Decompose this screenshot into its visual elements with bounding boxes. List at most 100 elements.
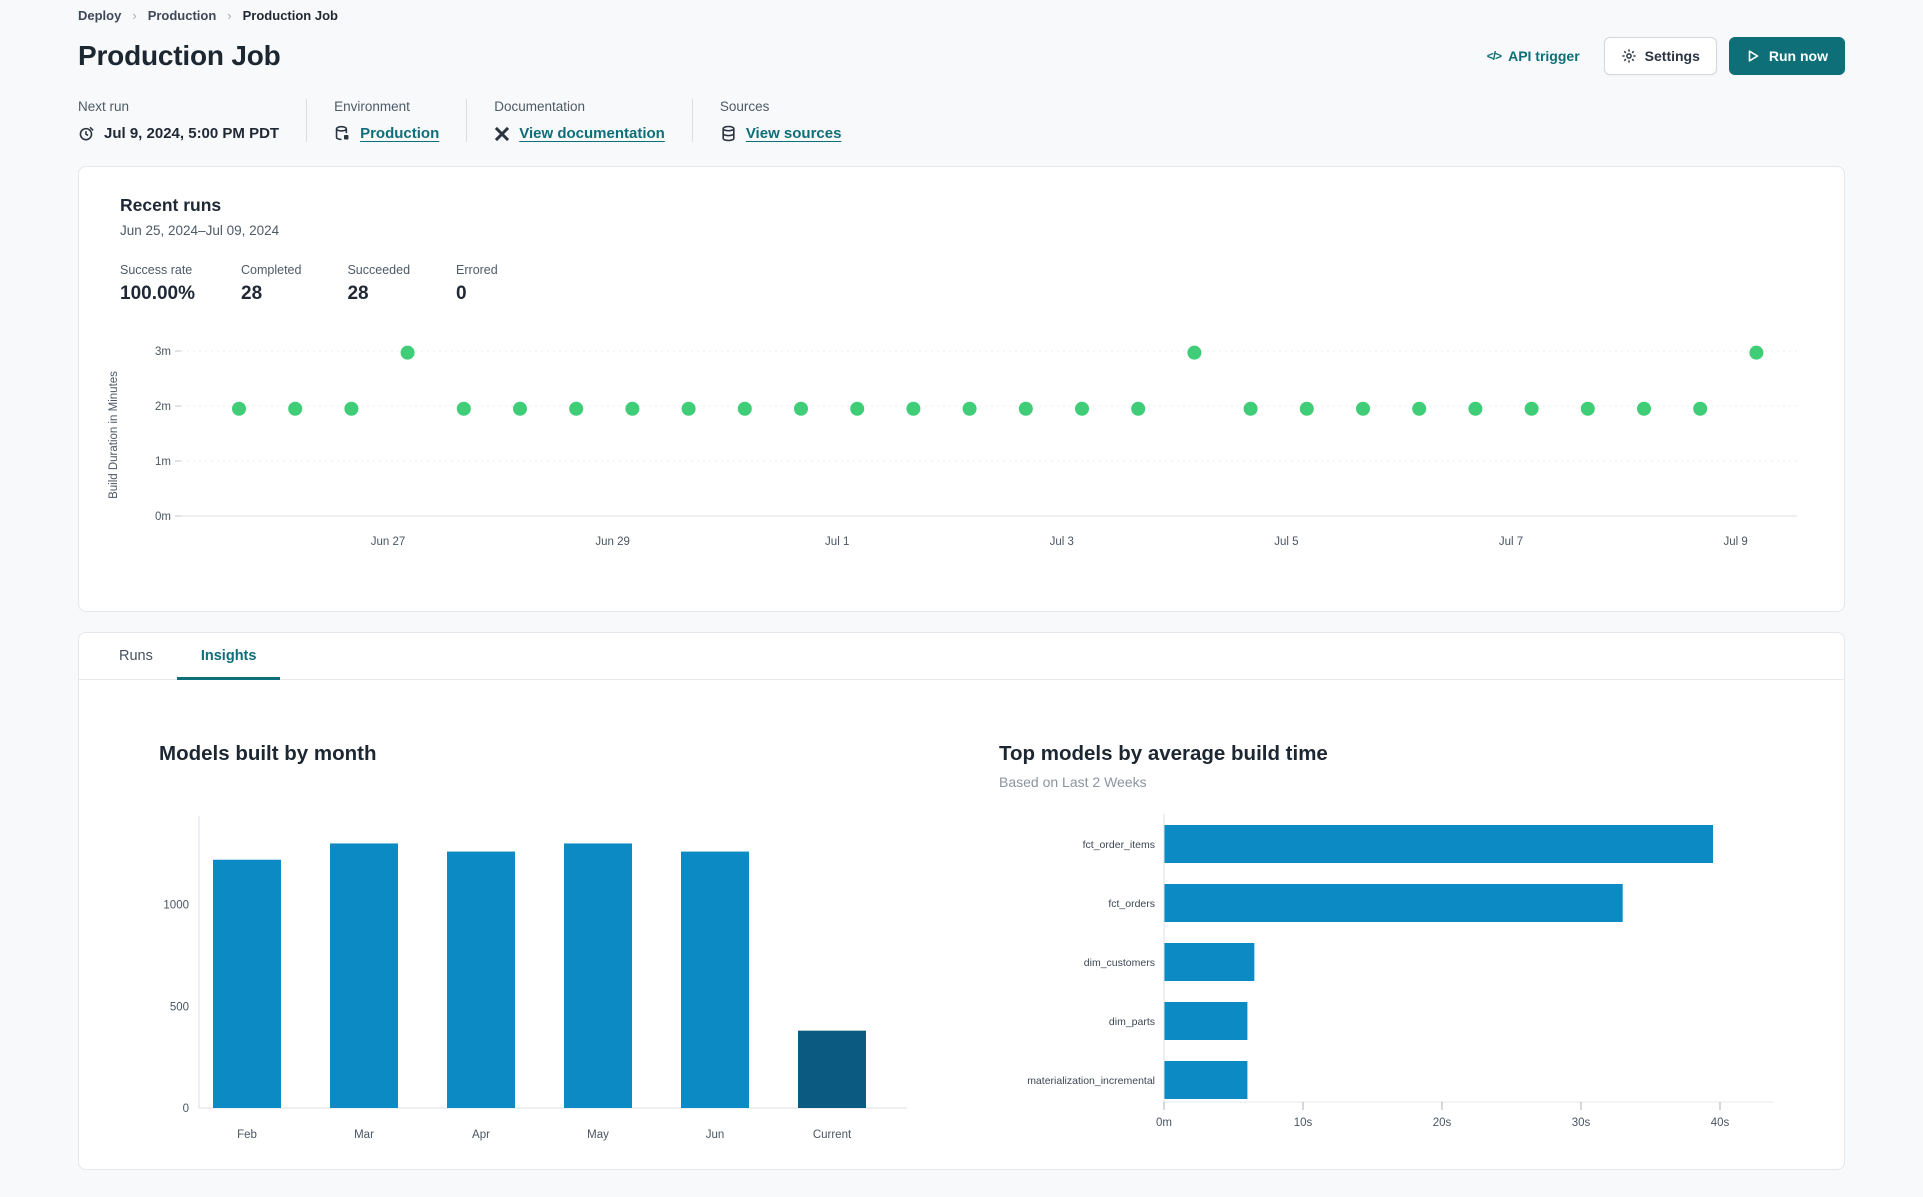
view-sources-link[interactable]: View sources xyxy=(746,125,842,142)
month-bar[interactable] xyxy=(798,1030,866,1108)
run-dot[interactable] xyxy=(456,401,471,416)
production-job-page: Deploy › Production › Production Job Pro… xyxy=(0,0,1923,1170)
job-detail-card: Runs Insights Models built by month 0 500… xyxy=(78,632,1845,1170)
recent-runs-card: Recent runs Jun 25, 2024–Jul 09, 2024 Su… xyxy=(78,166,1845,612)
x-tick-label: 20s xyxy=(1433,1117,1452,1129)
run-dot[interactable] xyxy=(625,401,640,416)
month-bar[interactable] xyxy=(564,843,632,1108)
model-label: fct_orders xyxy=(1108,898,1155,910)
run-dot[interactable] xyxy=(1524,401,1539,416)
run-dot[interactable] xyxy=(1187,345,1202,360)
run-dot[interactable] xyxy=(906,401,921,416)
model-bar[interactable] xyxy=(1164,1061,1248,1099)
tab-runs[interactable]: Runs xyxy=(95,633,177,680)
model-bar[interactable] xyxy=(1164,1002,1248,1040)
stat-value: 28 xyxy=(241,283,263,304)
x-tick-label: Jul 1 xyxy=(825,536,849,548)
run-dot[interactable] xyxy=(344,401,359,416)
code-icon: </> xyxy=(1486,49,1502,63)
settings-button[interactable]: Settings xyxy=(1603,37,1717,75)
run-dot[interactable] xyxy=(962,401,977,416)
gear-icon xyxy=(1621,48,1637,64)
top-models-chart: fct_order_items fct_orders dim_customersdi… xyxy=(1027,814,1774,1129)
run-now-label: Run now xyxy=(1768,48,1828,64)
build-duration-chart-wrap: 0m 1m 2m 3m Build Duration in Minutes Jun 27 J… xyxy=(97,333,1844,578)
run-dot[interactable] xyxy=(1468,401,1483,416)
x-tick-label: Apr xyxy=(472,1129,490,1141)
meta-environment: Environment Production xyxy=(307,99,468,142)
models-by-month-section: Models built by month 0 500 1000 Feb Mar Apr M… xyxy=(159,742,919,1157)
run-dot[interactable] xyxy=(1131,401,1146,416)
documentation-label: Documentation xyxy=(494,99,586,114)
y-tick-label: 0 xyxy=(183,1103,189,1115)
meta-sources: Sources View sources xyxy=(693,99,869,142)
month-bar[interactable] xyxy=(213,859,281,1108)
stat-label: Success rate xyxy=(120,263,193,277)
page-header: Production Job </> API trigger Settings xyxy=(78,37,1845,75)
x-tick-label: Jul 7 xyxy=(1499,536,1523,548)
stat-completed: Completed 28 xyxy=(241,263,301,305)
header-actions: </> API trigger Settings Run now xyxy=(1487,37,1845,75)
y-axis-title: Build Duration in Minutes xyxy=(108,371,120,499)
breadcrumb-production[interactable]: Production xyxy=(148,8,217,23)
tab-insights[interactable]: Insights xyxy=(176,633,281,680)
run-dot[interactable] xyxy=(1637,401,1651,416)
stat-success-rate: Success rate 100.00% xyxy=(120,263,195,305)
run-dot[interactable] xyxy=(1693,401,1708,416)
settings-label: Settings xyxy=(1644,48,1700,64)
models-by-month-title: Models built by month xyxy=(159,742,377,765)
run-dot[interactable] xyxy=(794,401,808,416)
model-bar[interactable] xyxy=(1164,825,1714,863)
run-dot[interactable] xyxy=(1356,401,1370,416)
x-tick-label: May xyxy=(587,1129,609,1141)
run-dot[interactable] xyxy=(737,401,752,416)
run-dot[interactable] xyxy=(400,345,415,360)
run-dot[interactable] xyxy=(681,401,696,416)
y-tick-label: 1m xyxy=(155,456,171,468)
run-dot[interactable] xyxy=(513,401,527,416)
insights-panel: Models built by month 0 500 1000 Feb Mar Apr M… xyxy=(79,680,1844,1157)
recent-runs-date-range: Jun 25, 2024–Jul 09, 2024 xyxy=(120,223,280,238)
model-bar[interactable] xyxy=(1164,943,1255,981)
x-tick-label: Current xyxy=(813,1129,852,1141)
run-dot[interactable] xyxy=(288,401,303,416)
top-models-section: Top models by average build time Based o… xyxy=(999,742,1819,1157)
y-tick-label: 500 xyxy=(170,1001,189,1013)
month-bar[interactable] xyxy=(330,843,398,1108)
stat-value: 28 xyxy=(347,283,369,304)
run-dot[interactable] xyxy=(1412,401,1427,416)
page-title: Production Job xyxy=(78,40,281,71)
environment-label: Environment xyxy=(334,99,410,114)
environment-database-icon xyxy=(334,125,351,142)
view-documentation-link[interactable]: View documentation xyxy=(519,125,665,142)
run-dot[interactable] xyxy=(1243,401,1258,416)
breadcrumb-deploy[interactable]: Deploy xyxy=(78,8,121,23)
run-dot[interactable] xyxy=(1749,345,1764,360)
stat-value: 0 xyxy=(456,283,467,304)
model-bar[interactable] xyxy=(1164,884,1623,922)
meta-documentation: Documentation View documentation xyxy=(467,99,693,142)
run-dot[interactable] xyxy=(232,401,246,416)
run-dot[interactable] xyxy=(1018,401,1033,416)
stat-label: Succeeded xyxy=(347,263,411,277)
month-bar[interactable] xyxy=(447,851,515,1108)
stat-succeeded: Succeeded 28 xyxy=(347,263,410,305)
clock-icon xyxy=(78,125,95,142)
month-bar[interactable] xyxy=(681,851,749,1108)
x-tick-label: 30s xyxy=(1572,1117,1591,1129)
x-tick-label: 40s xyxy=(1711,1117,1730,1129)
run-dot[interactable] xyxy=(850,401,865,416)
stat-errored: Errored 0 xyxy=(456,263,498,305)
meta-next-run: Next run Jul 9, 2024, 5:00 PM PDT xyxy=(78,99,308,142)
run-dot[interactable] xyxy=(1580,401,1595,416)
environment-link[interactable]: Production xyxy=(360,125,439,142)
api-trigger-link[interactable]: </> API trigger xyxy=(1487,48,1580,64)
run-dot[interactable] xyxy=(569,401,584,416)
model-label: dim_customers xyxy=(1084,957,1155,969)
run-now-button[interactable]: Run now xyxy=(1728,37,1845,75)
chevron-right-icon: › xyxy=(132,8,137,23)
run-dot[interactable] xyxy=(1075,401,1089,416)
run-dot[interactable] xyxy=(1299,401,1314,416)
model-label: materialization_incremental xyxy=(1027,1075,1155,1087)
x-tick-label: 0m xyxy=(1156,1117,1172,1129)
